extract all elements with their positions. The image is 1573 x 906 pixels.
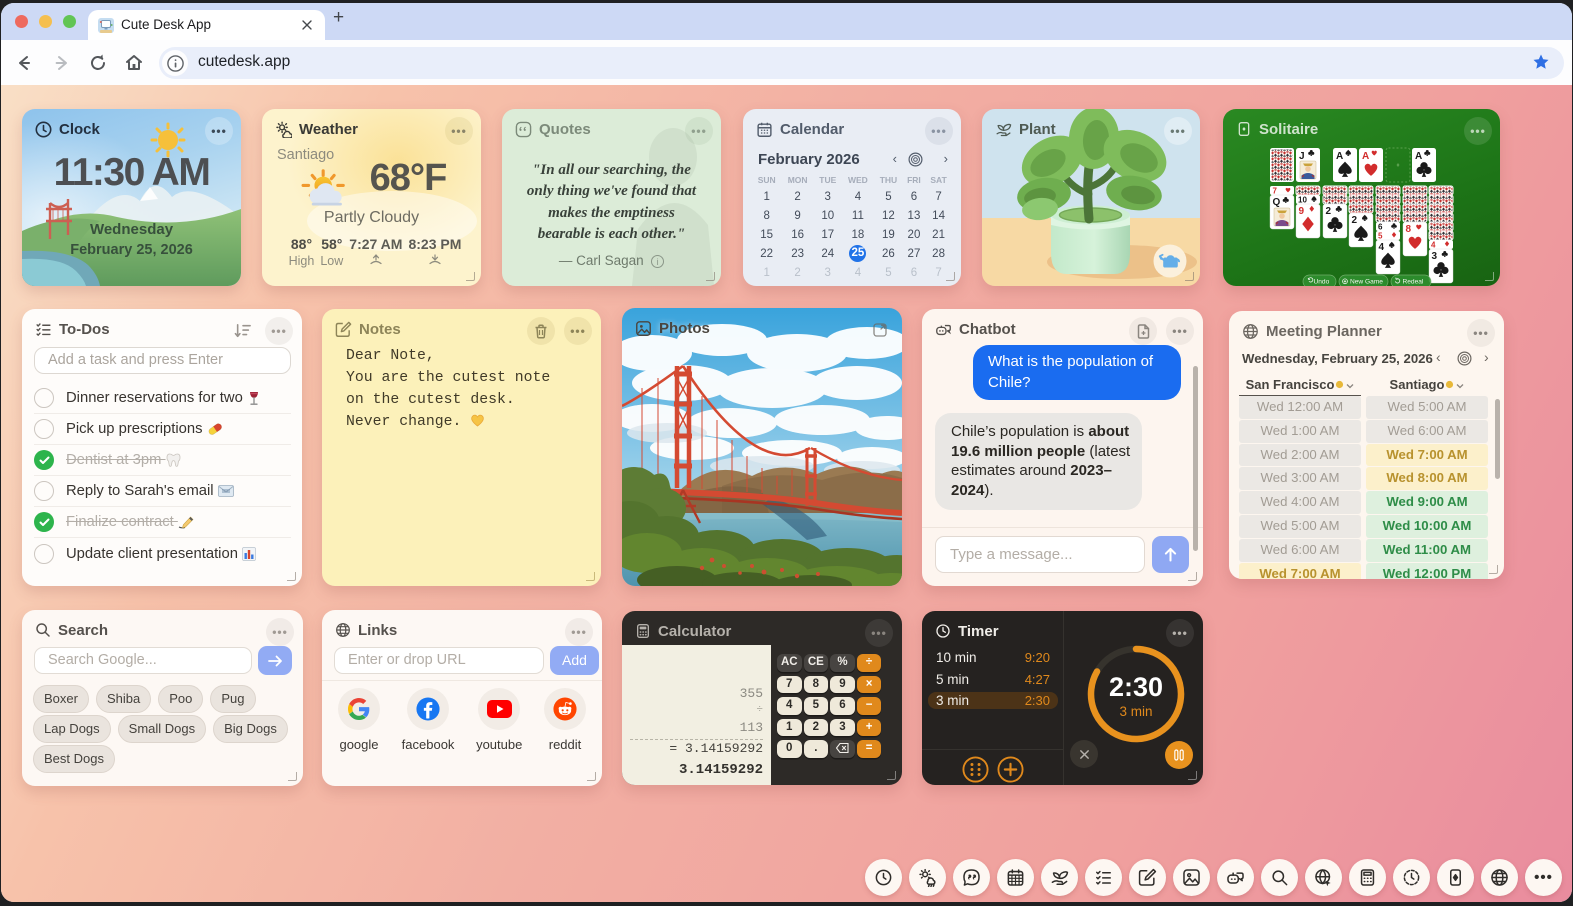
svg-text:3 min: 3 min: [1119, 704, 1152, 719]
svg-text:9: 9: [1299, 206, 1305, 217]
svg-text:2: 2: [1326, 206, 1332, 217]
svg-text:Undo: Undo: [1314, 279, 1330, 286]
svg-text:3: 3: [1432, 251, 1438, 262]
svg-text:Q: Q: [1273, 197, 1281, 208]
svg-text:4: 4: [1379, 242, 1385, 253]
svg-text:2:30: 2:30: [1109, 672, 1163, 702]
svg-text:8: 8: [1406, 224, 1412, 235]
svg-text:A: A: [1415, 151, 1422, 162]
svg-text:7: 7: [1273, 187, 1278, 196]
svg-text:A: A: [1362, 151, 1369, 162]
svg-text:A: A: [1336, 151, 1343, 162]
svg-text:4: 4: [1431, 241, 1436, 250]
svg-text:5: 5: [1378, 232, 1383, 241]
svg-text:J: J: [1299, 151, 1305, 162]
svg-text:6: 6: [1378, 223, 1383, 232]
svg-text:Redeal: Redeal: [1403, 279, 1424, 286]
svg-text:New Game: New Game: [1350, 279, 1383, 286]
svg-text:10: 10: [1298, 196, 1307, 205]
svg-text:2: 2: [1352, 215, 1358, 226]
